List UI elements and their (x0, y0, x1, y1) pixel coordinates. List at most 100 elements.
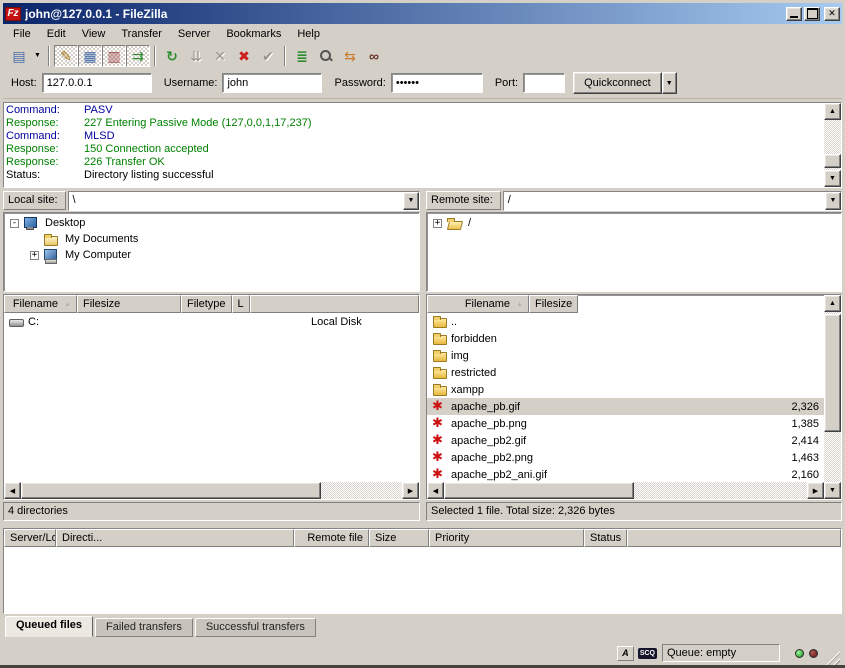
data-type-icon[interactable]: A (617, 646, 634, 661)
toolbar-separator (154, 46, 156, 66)
file-row[interactable]: apache_pb2.png 1,463 (427, 449, 824, 466)
column-header[interactable]: Filetype ▲ (181, 295, 232, 313)
scroll-down-icon[interactable]: ▼ (824, 170, 841, 187)
file-row[interactable]: apache_pb2_ani.gif 2,160 (427, 466, 824, 482)
minimize-button[interactable] (786, 7, 802, 21)
toolbar-button[interactable] (290, 45, 314, 67)
toolbar-button[interactable] (314, 45, 338, 67)
queue-tab[interactable]: Failed transfers (95, 618, 193, 637)
activity-led-green-icon (795, 649, 804, 658)
column-header[interactable]: Server/Local file (4, 529, 56, 547)
title-bar[interactable]: Fz john@127.0.0.1 - FileZilla (3, 3, 842, 24)
menu-item[interactable]: Transfer (113, 26, 170, 42)
tree-item[interactable]: + My Computer (4, 247, 419, 263)
column-header[interactable]: Filesize ▲ (529, 295, 578, 313)
menu-item[interactable]: File (5, 26, 39, 42)
remote-vscrollbar[interactable]: ▲ ▼ (824, 295, 841, 499)
menu-item[interactable]: Bookmarks (218, 26, 289, 42)
toolbar-button[interactable] (78, 45, 102, 67)
scroll-right-icon[interactable]: ▶ (402, 482, 419, 499)
tree-item[interactable]: + / (427, 215, 841, 231)
column-header[interactable]: L ▲ (232, 295, 250, 313)
toolbar-separator (284, 46, 286, 66)
menu-item[interactable]: Server (170, 26, 218, 42)
local-hscrollbar[interactable]: ◀ ▶ (4, 482, 419, 499)
column-header[interactable]: Directi... (56, 529, 294, 547)
scroll-thumb[interactable] (21, 482, 321, 499)
toolbar-button[interactable] (54, 45, 78, 67)
scroll-right-icon[interactable]: ▶ (807, 482, 824, 499)
column-header[interactable]: Filename ▲ (427, 295, 529, 313)
scroll-down-icon[interactable]: ▼ (824, 482, 841, 499)
scroll-left-icon[interactable]: ◀ (427, 482, 444, 499)
menu-item[interactable]: View (74, 26, 114, 42)
resize-grip[interactable] (826, 651, 840, 665)
toolbar-separator (48, 46, 50, 66)
file-row[interactable]: xampp (427, 381, 824, 398)
column-header[interactable]: Filename ▲ (4, 295, 77, 313)
image-file-icon (432, 468, 448, 481)
scroll-left-icon[interactable]: ◀ (4, 482, 21, 499)
toolbar-button[interactable] (256, 45, 280, 67)
toolbar-button[interactable] (126, 45, 150, 67)
toolbar-button[interactable] (362, 45, 386, 67)
port-label: Port: (495, 77, 518, 89)
toolbar-button[interactable] (102, 45, 126, 67)
file-row[interactable]: apache_pb.png 1,385 (427, 415, 824, 432)
scroll-up-icon[interactable]: ▲ (824, 295, 841, 312)
local-site-value: \ (69, 192, 403, 210)
column-header[interactable]: Remote file (294, 529, 369, 547)
expander-icon[interactable]: + (30, 251, 39, 260)
file-row[interactable]: forbidden (427, 330, 824, 347)
chevron-down-icon[interactable]: ▼ (825, 192, 841, 210)
file-row[interactable]: C: Local Disk (4, 313, 419, 330)
toolbar-button[interactable] (232, 45, 256, 67)
scroll-up-icon[interactable]: ▲ (824, 103, 841, 120)
column-header[interactable]: Status (584, 529, 627, 547)
close-button[interactable] (824, 7, 840, 21)
toolbar-button[interactable] (208, 45, 232, 67)
file-row[interactable]: .. (427, 313, 824, 330)
file-row[interactable]: restricted (427, 364, 824, 381)
toolbar-button[interactable] (184, 45, 208, 67)
maximize-button[interactable] (804, 7, 820, 21)
menu-item[interactable]: Help (289, 26, 328, 42)
tree-item[interactable]: - Desktop (4, 215, 419, 231)
remote-site-combo[interactable]: / ▼ (503, 191, 842, 211)
column-header[interactable]: Filesize ▲ (77, 295, 181, 313)
computer-icon (43, 249, 59, 262)
file-row[interactable]: img (427, 347, 824, 364)
chevron-down-icon[interactable]: ▼ (403, 192, 419, 210)
site-manager-dropdown[interactable]: ▼ (31, 45, 44, 67)
log-line: Response: 150 Connection accepted (6, 143, 822, 156)
queue-tab[interactable]: Queued files (5, 616, 93, 637)
port-input[interactable] (523, 73, 565, 93)
quickconnect-dropdown[interactable]: ▼ (662, 72, 677, 94)
password-input[interactable] (391, 73, 483, 93)
column-header[interactable]: Size (369, 529, 429, 547)
host-input[interactable] (42, 73, 152, 93)
expander-icon[interactable]: + (433, 219, 442, 228)
folder-icon (432, 383, 448, 396)
toggle-local-tree-icon (83, 49, 96, 63)
queue-tab[interactable]: Successful transfers (195, 618, 316, 637)
toolbar-button[interactable] (338, 45, 362, 67)
remote-hscrollbar[interactable]: ◀ ▶ (427, 482, 824, 499)
documents-folder-icon (43, 233, 59, 246)
toolbar-button[interactable] (160, 45, 184, 67)
scroll-thumb[interactable] (444, 482, 634, 499)
toolbar-button[interactable] (7, 45, 31, 67)
scroll-thumb[interactable] (824, 154, 841, 168)
message-log-scrollbar[interactable]: ▲ ▼ (824, 103, 841, 187)
menu-item[interactable]: Edit (39, 26, 74, 42)
speed-limits-icon[interactable]: SCQ (638, 648, 657, 659)
expander-icon[interactable]: - (10, 219, 19, 228)
quickconnect-button[interactable]: Quickconnect (573, 72, 662, 94)
local-site-combo[interactable]: \ ▼ (68, 191, 420, 211)
file-row[interactable]: apache_pb2.gif 2,414 (427, 432, 824, 449)
tree-item[interactable]: My Documents (4, 231, 419, 247)
column-header[interactable]: Priority (429, 529, 584, 547)
file-row[interactable]: apache_pb.gif 2,326 (427, 398, 824, 415)
scroll-thumb[interactable] (824, 314, 841, 432)
username-input[interactable] (222, 73, 322, 93)
